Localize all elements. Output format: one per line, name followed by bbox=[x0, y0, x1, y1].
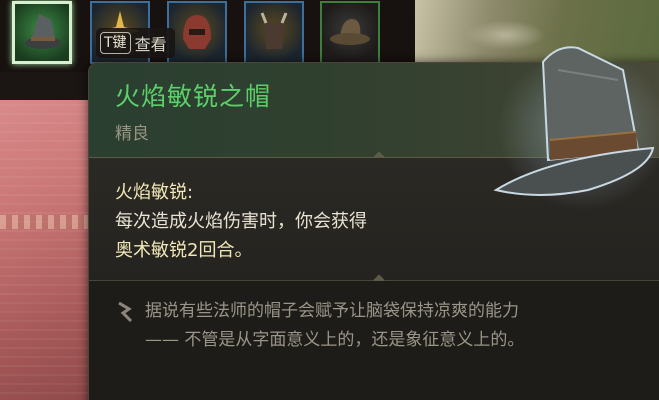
slot-wizard-hat[interactable] bbox=[12, 1, 72, 64]
quill-icon bbox=[118, 301, 133, 323]
helmet-icon bbox=[183, 15, 211, 49]
game-scene: T键 查看 火焰敏锐之帽 精良 火焰敏锐: 每次造成火焰伤害时，你会获得 奥术敏… bbox=[0, 0, 659, 400]
effect-name: 火焰敏锐: bbox=[115, 182, 194, 203]
slot-antler-helm[interactable] bbox=[244, 1, 304, 64]
slot-helmet[interactable] bbox=[167, 1, 227, 64]
t-key-label: T键 bbox=[100, 32, 131, 54]
slot-cowboy-hat[interactable] bbox=[320, 1, 380, 64]
flavor-line-1: 据说有些法师的帽子会赋予让脑袋保持凉爽的能力 bbox=[145, 301, 519, 321]
flavor-text: 据说有些法师的帽子会赋予让脑袋保持凉爽的能力 —— 不管是从字面意义上的，还是象… bbox=[145, 297, 524, 355]
wizard-hat-icon bbox=[25, 14, 61, 49]
effect-description: 火焰敏锐: 每次造成火焰伤害时，你会获得 奥术敏锐2回合。 bbox=[115, 178, 367, 265]
flavor-line-2: —— 不管是从字面意义上的，还是象征意义上的。 bbox=[145, 330, 525, 350]
effect-line-1: 每次造成火焰伤害时，你会获得 bbox=[115, 211, 367, 232]
flavor-section: 据说有些法师的帽子会赋予让脑袋保持凉爽的能力 —— 不管是从字面意义上的，还是象… bbox=[89, 281, 659, 400]
inspect-label: 查看 bbox=[134, 35, 167, 54]
hotbar-shadow bbox=[0, 70, 100, 100]
effect-line-2: 奥术敏锐2回合。 bbox=[115, 240, 253, 261]
inspect-key-hint: T键 查看 bbox=[96, 28, 175, 58]
cowboy-hat-icon bbox=[330, 19, 370, 45]
wizard-hat-icon bbox=[493, 46, 659, 210]
item-title: 火焰敏锐之帽 bbox=[115, 82, 272, 111]
item-rarity: 精良 bbox=[115, 124, 149, 144]
antler-helm-icon bbox=[260, 12, 288, 49]
